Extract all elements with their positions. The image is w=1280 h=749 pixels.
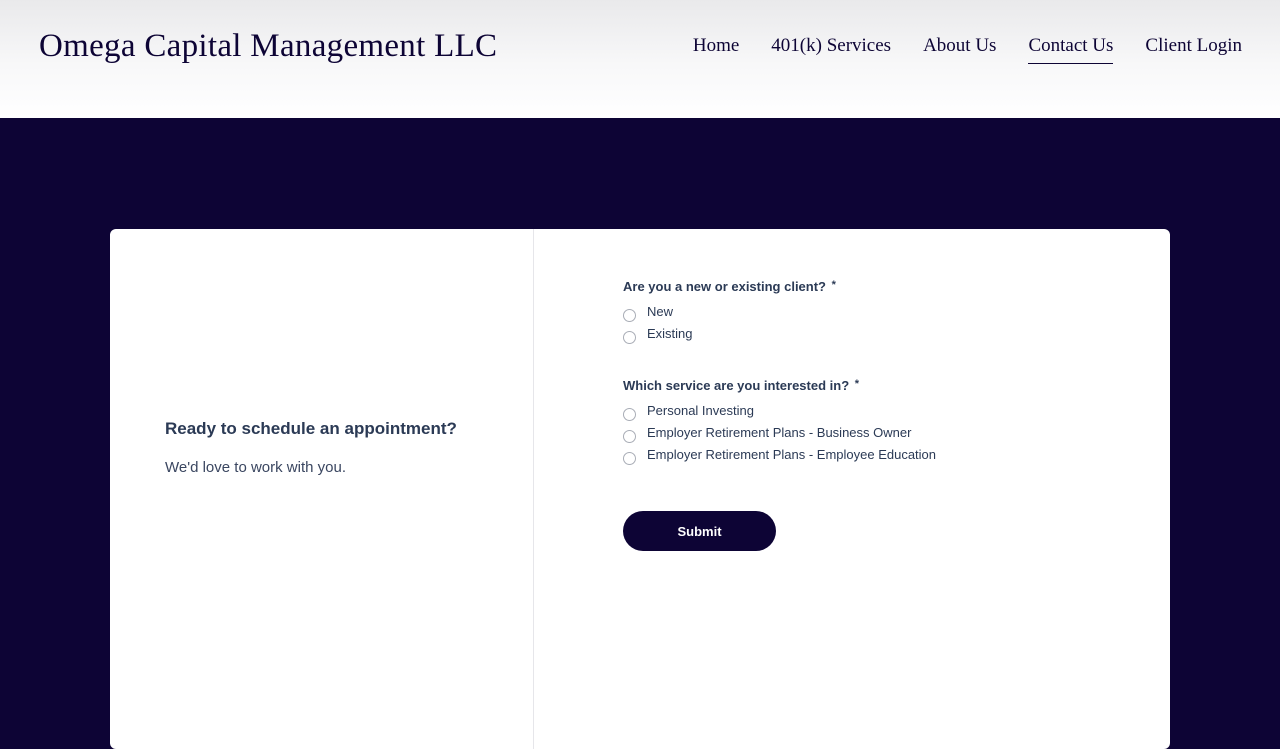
main-nav: Home 401(k) Services About Us Contact Us…: [693, 35, 1242, 64]
client-type-label: Are you a new or existing client?: [623, 279, 826, 294]
nav-401k-services[interactable]: 401(k) Services: [771, 35, 891, 64]
required-mark: *: [831, 279, 836, 291]
nav-client-login[interactable]: Client Login: [1145, 35, 1242, 64]
option-new[interactable]: New: [623, 301, 1103, 323]
intro-subtext: We'd love to work with you.: [165, 459, 346, 476]
option-employee-education[interactable]: Employer Retirement Plans - Employee Edu…: [623, 444, 1103, 466]
option-existing-label: Existing: [647, 325, 693, 341]
option-business-owner-label: Employer Retirement Plans - Business Own…: [647, 424, 912, 440]
service-options: Personal Investing Employer Retirement P…: [623, 400, 1103, 466]
nav-home[interactable]: Home: [693, 35, 739, 64]
client-type-options: New Existing: [623, 301, 1103, 345]
option-personal-investing[interactable]: Personal Investing: [623, 400, 1103, 422]
required-mark: *: [854, 378, 860, 390]
card-divider: [533, 229, 534, 749]
contact-card: Ready to schedule an appointment? We'd l…: [110, 229, 1170, 749]
client-type-group: Are you a new or existing client? * New …: [623, 279, 1103, 345]
radio-employee-education[interactable]: [623, 451, 636, 465]
intro-panel: Ready to schedule an appointment? We'd l…: [165, 419, 505, 476]
service-question: Which service are you interested in? *: [623, 378, 1103, 393]
nav-about-us[interactable]: About Us: [923, 35, 996, 64]
option-existing[interactable]: Existing: [623, 323, 1103, 345]
option-business-owner[interactable]: Employer Retirement Plans - Business Own…: [623, 422, 1103, 444]
radio-existing[interactable]: [623, 330, 636, 344]
option-personal-investing-label: Personal Investing: [647, 402, 754, 418]
radio-personal-investing[interactable]: [623, 407, 636, 421]
nav-contact-us[interactable]: Contact Us: [1028, 35, 1114, 64]
service-label: Which service are you interested in?: [623, 378, 850, 393]
contact-form: Are you a new or existing client? * New …: [623, 279, 1103, 551]
service-group: Which service are you interested in? * P…: [623, 378, 1103, 466]
site-brand[interactable]: Omega Capital Management LLC: [39, 28, 497, 65]
client-type-question: Are you a new or existing client? *: [623, 279, 1103, 294]
option-new-label: New: [647, 303, 674, 319]
intro-heading: Ready to schedule an appointment?: [165, 419, 457, 438]
submit-button[interactable]: Submit: [623, 511, 776, 551]
option-employee-education-label: Employer Retirement Plans - Employee Edu…: [647, 446, 937, 462]
site-header: Omega Capital Management LLC Home 401(k)…: [0, 0, 1280, 118]
radio-business-owner[interactable]: [623, 429, 636, 443]
radio-new[interactable]: [623, 308, 636, 322]
